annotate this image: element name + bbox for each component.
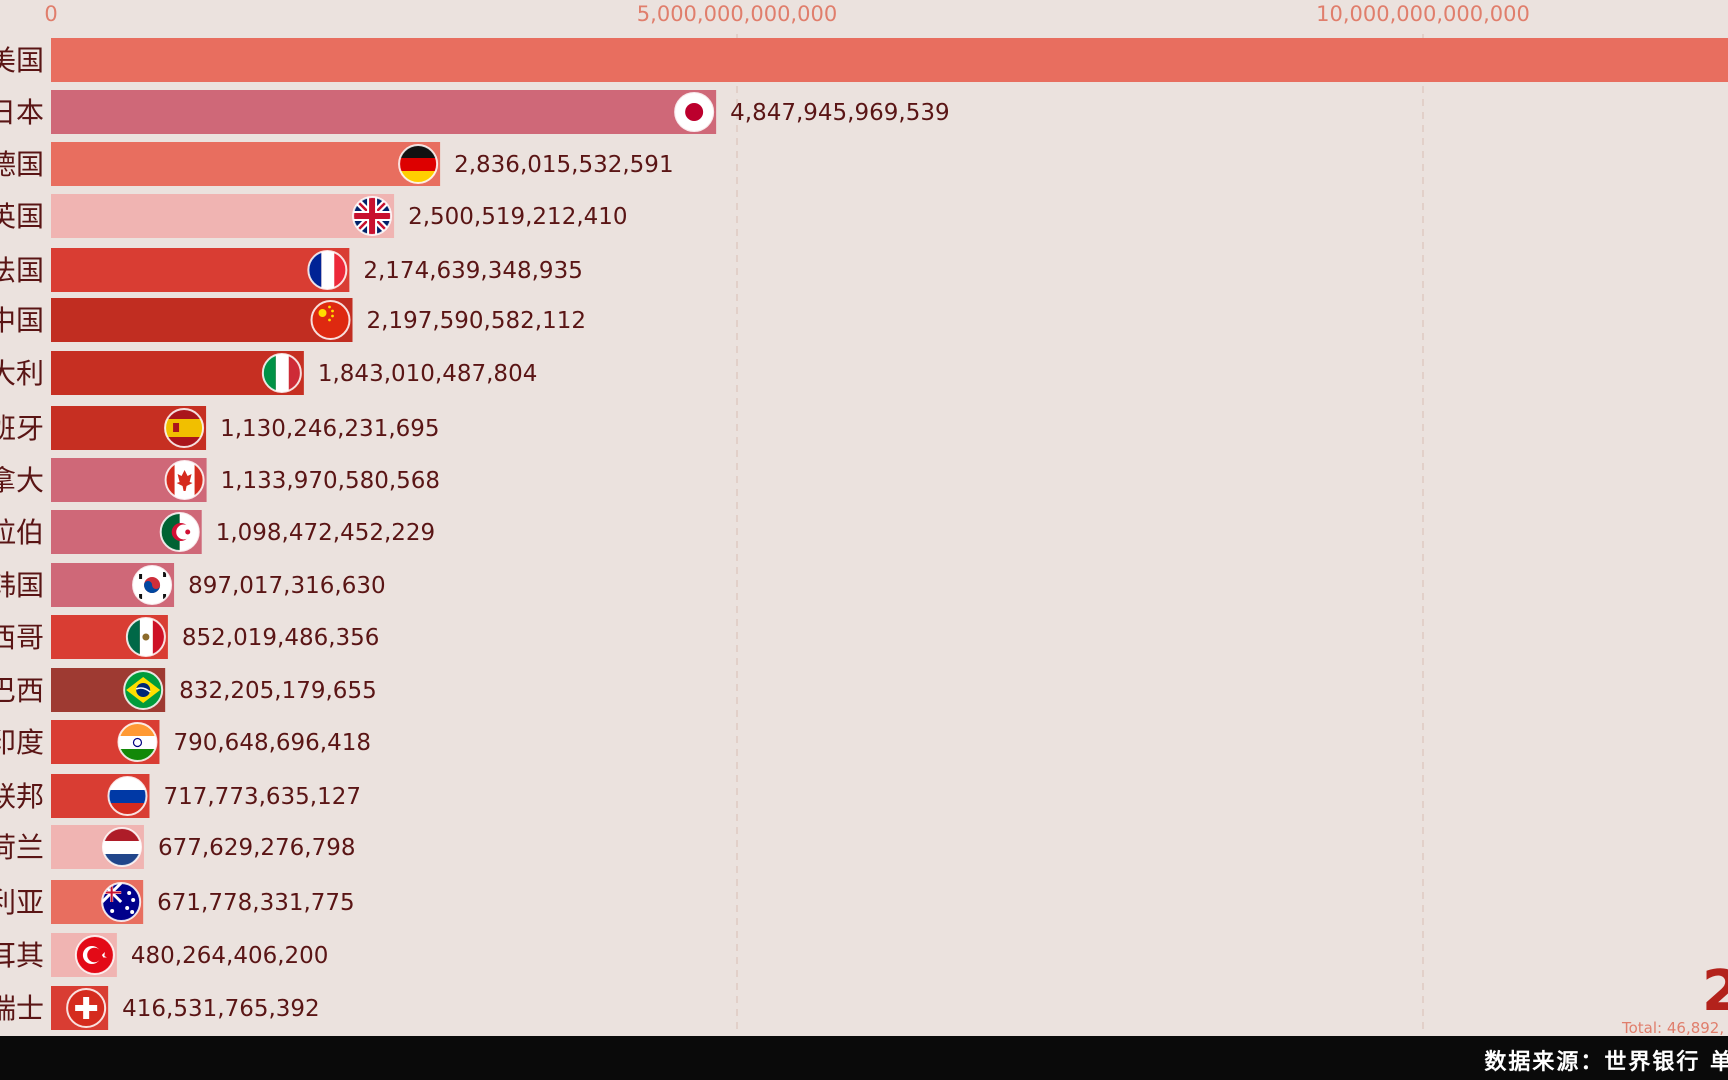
- year-label: 2: [1702, 959, 1728, 1024]
- bar-row: 美国: [0, 38, 1728, 82]
- value-label: 852,019,486,356: [182, 625, 380, 651]
- bar-row: 班牙 1,130,246,231,695: [0, 406, 440, 450]
- bar-row: 拉伯 1,098,472,452,229: [0, 510, 435, 554]
- overlay-layer: 2 Total: 46,892,: [1621, 959, 1728, 1036]
- japan-flag-icon: [674, 92, 715, 132]
- value-label: 677,629,276,798: [158, 835, 356, 861]
- category-label: 联邦: [0, 780, 44, 813]
- bar-row: 德国 2,836,015,532,591: [0, 142, 674, 186]
- category-label: 西哥: [0, 621, 44, 654]
- footer-bar: 数据来源：世界银行 单位: [0, 1036, 1728, 1080]
- x-tick-label: 10,000,000,000,000: [1316, 2, 1530, 26]
- category-label: 韩国: [0, 569, 44, 602]
- value-label: 1,130,246,231,695: [220, 416, 439, 442]
- bar-row: 大利 1,843,010,487,804: [0, 351, 537, 395]
- bar: [51, 194, 395, 238]
- category-label: 美国: [0, 44, 44, 77]
- category-label: 中国: [0, 304, 44, 337]
- bar: [51, 38, 1728, 82]
- uk-flag-icon: [352, 196, 393, 236]
- bar-row: 日本 4,847,945,969,539: [0, 90, 950, 134]
- bar-chart-race: 0 5,000,000,000,000 10,000,000,000,000 美国日…: [0, 0, 1728, 1080]
- category-label: 法国: [0, 254, 44, 287]
- bar-row: 印度 790,648,696,418: [0, 720, 371, 764]
- switzerland-flag-icon: [66, 988, 107, 1028]
- china-flag-icon: [310, 300, 351, 340]
- australia-flag-icon: [101, 882, 142, 922]
- bar-row: 荷兰 677,629,276,798: [0, 825, 356, 869]
- chart-canvas: 0 5,000,000,000,000 10,000,000,000,000 美国日…: [0, 2, 1728, 1036]
- mexico-flag-icon: [125, 617, 166, 657]
- category-label: 日本: [0, 96, 44, 129]
- bar: [51, 248, 350, 292]
- bar: [51, 142, 441, 186]
- netherlands-flag-icon: [101, 827, 142, 867]
- bar-row: 英国 2,500,519,212,410: [0, 194, 628, 238]
- bar-row: 耳其 480,264,406,200: [0, 933, 328, 977]
- x-axis: 0 5,000,000,000,000 10,000,000,000,000: [44, 2, 1530, 26]
- italy-flag-icon: [261, 353, 302, 393]
- value-label: 2,174,639,348,935: [363, 258, 582, 284]
- bar-row: 韩国 897,017,316,630: [0, 563, 386, 607]
- canada-flag-icon: [164, 460, 205, 500]
- x-tick-label: 0: [44, 2, 57, 26]
- russia-flag-icon: [107, 776, 148, 816]
- korea-flag-icon: [132, 565, 173, 605]
- india-flag-icon: [117, 722, 158, 762]
- value-label: 897,017,316,630: [188, 573, 386, 599]
- data-source-label: 数据来源：世界银行 单位: [1484, 1050, 1728, 1075]
- value-label: 4,847,945,969,539: [730, 100, 949, 126]
- category-label: 大利: [0, 357, 44, 390]
- bar-row: 巴西 832,205,179,655: [0, 668, 377, 712]
- grid-layer: [736, 34, 1424, 1034]
- category-label: 德国: [0, 148, 44, 181]
- value-label: 2,197,590,582,112: [367, 308, 586, 334]
- germany-flag-icon: [398, 144, 439, 184]
- bar-row: 法国 2,174,639,348,935: [0, 248, 583, 292]
- category-label: 瑞士: [0, 992, 44, 1025]
- category-label: 拉伯: [0, 516, 44, 549]
- value-label: 671,778,331,775: [157, 890, 355, 916]
- category-label: 耳其: [0, 939, 44, 972]
- bar-row: 联邦 717,773,635,127: [0, 774, 361, 818]
- bar: [51, 90, 717, 134]
- category-label: 英国: [0, 200, 44, 233]
- category-label: 印度: [0, 726, 44, 759]
- bars-layer: 美国日本 4,847,945,969,539 德国 2,836,015,532,591…: [0, 38, 1728, 1030]
- value-label: 2,836,015,532,591: [454, 152, 673, 178]
- total-label: Total: 46,892,: [1621, 1019, 1724, 1036]
- value-label: 717,773,635,127: [163, 784, 361, 810]
- category-label: 班牙: [0, 412, 44, 445]
- category-label: 利亚: [0, 886, 44, 919]
- brazil-flag-icon: [123, 670, 164, 710]
- category-label: 拿大: [0, 464, 44, 497]
- value-label: 480,264,406,200: [131, 943, 329, 969]
- france-flag-icon: [307, 250, 348, 290]
- value-label: 416,531,765,392: [122, 996, 320, 1022]
- value-label: 1,098,472,452,229: [216, 520, 435, 546]
- turkey-flag-icon: [74, 935, 115, 975]
- bar-row: 中国 2,197,590,582,112: [0, 298, 586, 342]
- value-label: 790,648,696,418: [173, 730, 371, 756]
- bar-row: 利亚 671,778,331,775: [0, 880, 355, 924]
- bar-row: 西哥 852,019,486,356: [0, 615, 379, 659]
- bar-row: 瑞士 416,531,765,392: [0, 986, 320, 1030]
- bar-row: 拿大 1,133,970,580,568: [0, 458, 440, 502]
- algeria-flag-icon: [159, 512, 200, 552]
- value-label: 2,500,519,212,410: [408, 204, 627, 230]
- spain-flag-icon: [164, 408, 205, 448]
- value-label: 832,205,179,655: [179, 678, 377, 704]
- x-tick-label: 5,000,000,000,000: [637, 2, 837, 26]
- category-label: 荷兰: [0, 831, 44, 864]
- value-label: 1,843,010,487,804: [318, 361, 537, 387]
- bar: [51, 298, 353, 342]
- value-label: 1,133,970,580,568: [221, 468, 440, 494]
- category-label: 巴西: [0, 674, 44, 707]
